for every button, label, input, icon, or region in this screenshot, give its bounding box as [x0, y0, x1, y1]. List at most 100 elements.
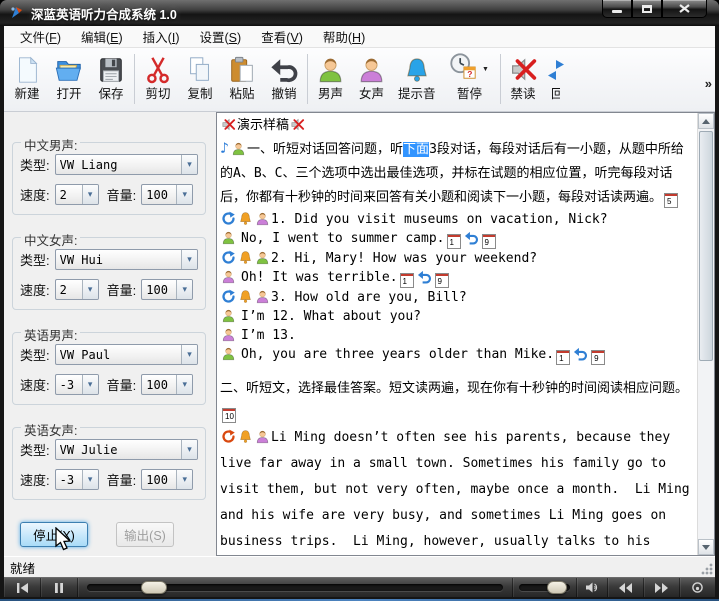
toolbar-male-voice[interactable]: 男声: [310, 52, 351, 103]
volume-groove[interactable]: [519, 584, 570, 591]
menu-view[interactable]: 查看(V): [251, 25, 313, 48]
combo-value: 100: [142, 378, 176, 392]
vertical-scrollbar[interactable]: [697, 113, 714, 555]
maximize-button[interactable]: [632, 0, 662, 18]
chevron-down-icon[interactable]: [176, 470, 192, 489]
toolbar-separator: [500, 54, 501, 104]
undo-arrow-icon: [269, 53, 299, 86]
male-voice-icon: [316, 53, 345, 86]
scroll-up-arrow-icon[interactable]: [698, 113, 714, 129]
chevron-down-icon[interactable]: [181, 345, 197, 364]
seek-groove[interactable]: [87, 584, 503, 591]
combo-value: -3: [56, 473, 82, 487]
chevron-down-icon[interactable]: [82, 185, 98, 204]
intro-text: 一、听短对话回答问题，听: [247, 142, 403, 157]
pause-seconds: 9: [592, 354, 604, 363]
toolbar-open[interactable]: 打开: [48, 52, 90, 103]
chevron-down-icon[interactable]: [176, 185, 192, 204]
speaker-icon: [586, 582, 599, 593]
toolbar-female-voice[interactable]: 女声: [351, 52, 392, 103]
replay-arrows-icon: [544, 53, 566, 86]
dialog-text: Oh, you are three years older than Mike.: [241, 347, 554, 362]
new-document-icon: [12, 53, 42, 86]
toolbar-paste[interactable]: 粘贴: [221, 52, 263, 103]
cn-male-volume-combo[interactable]: 100: [141, 184, 193, 205]
female-voice-icon: [255, 429, 270, 444]
toolbar-replay-clipped[interactable]: 回: [544, 52, 566, 103]
scrollbar-track[interactable]: [698, 129, 714, 539]
speaker-button[interactable]: [577, 578, 608, 597]
cn-female-speed-combo[interactable]: 2: [55, 279, 99, 300]
cn-male-speed-combo[interactable]: 2: [55, 184, 99, 205]
rewind-icon: [619, 583, 632, 593]
chevron-down-icon[interactable]: [181, 155, 197, 174]
en-male-type-combo[interactable]: VW Paul: [55, 344, 198, 365]
close-button[interactable]: [662, 0, 707, 18]
en-male-volume-combo[interactable]: 100: [141, 374, 193, 395]
chevron-down-icon[interactable]: [176, 280, 192, 299]
save-floppy-icon: [96, 53, 126, 86]
pause-button[interactable]: [41, 578, 78, 597]
seek-slider[interactable]: [78, 578, 513, 597]
speed-label: 速度:: [20, 375, 50, 394]
section1-intro: ♪一、听短对话回答问题，听下面3段对话，每段对话后有一小题，从题中所给的A、B、…: [220, 136, 695, 210]
en-male-speed-combo[interactable]: -3: [55, 374, 99, 395]
combo-value: VW Hui: [56, 253, 181, 267]
bell-icon: [238, 211, 253, 226]
pause-seconds: 10: [223, 412, 235, 421]
cn-male-type-combo[interactable]: VW Liang: [55, 154, 198, 175]
rewind-button[interactable]: [608, 578, 644, 597]
chevron-down-icon[interactable]: [82, 375, 98, 394]
en-female-speed-combo[interactable]: -3: [55, 469, 99, 490]
editor-text[interactable]: 演示样稿 ♪一、听短对话回答问题，听下面3段对话，每段对话后有一小题，从题中所给…: [217, 113, 697, 555]
chevron-down-icon[interactable]: [82, 470, 98, 489]
cn-female-volume-combo[interactable]: 100: [141, 279, 193, 300]
toolbar-overflow-chevron[interactable]: »: [705, 76, 712, 91]
pause-seconds: 9: [483, 238, 495, 247]
pause-marker: 10: [222, 408, 236, 423]
pause-marker: 9: [482, 234, 496, 249]
output-button[interactable]: 输出(S): [116, 522, 174, 547]
mute-speaker-icon: [290, 117, 305, 132]
chevron-down-icon[interactable]: [181, 440, 197, 459]
scrollbar-thumb[interactable]: [699, 131, 713, 361]
document-editor[interactable]: 演示样稿 ♪一、听短对话回答问题，听下面3段对话，每段对话后有一小题，从题中所给…: [216, 112, 715, 556]
toolbar-cut[interactable]: 剪切: [137, 52, 179, 103]
en-female-volume-combo[interactable]: 100: [141, 469, 193, 490]
type-label: 类型:: [20, 345, 50, 364]
cn-female-type-combo[interactable]: VW Hui: [55, 249, 198, 270]
chevron-down-icon[interactable]: [181, 250, 197, 269]
female-voice-icon: [221, 269, 236, 284]
chevron-down-icon[interactable]: [176, 375, 192, 394]
type-label: 类型:: [20, 250, 50, 269]
volume-thumb[interactable]: [547, 581, 567, 594]
scroll-down-arrow-icon[interactable]: [698, 539, 714, 555]
seek-thumb[interactable]: [141, 581, 167, 594]
menu-edit[interactable]: 编辑(E): [71, 25, 133, 48]
skip-start-button[interactable]: [4, 578, 41, 597]
toolbar-new[interactable]: 新建: [6, 52, 48, 103]
eject-button[interactable]: [680, 578, 715, 597]
open-folder-icon: [54, 53, 84, 86]
toolbar-pause[interactable]: ? 暂停: [442, 52, 498, 103]
menu-file[interactable]: 文件(F): [10, 25, 71, 48]
minimize-button[interactable]: [602, 0, 632, 18]
menu-insert[interactable]: 插入(I): [133, 25, 190, 48]
resize-grip[interactable]: [700, 562, 713, 575]
menu-settings[interactable]: 设置(S): [190, 25, 252, 48]
en-female-type-combo[interactable]: VW Julie: [55, 439, 198, 460]
fast-forward-button[interactable]: [644, 578, 680, 597]
toolbar-undo[interactable]: 撤销: [263, 52, 305, 103]
pause-dropdown-arrow[interactable]: [480, 55, 492, 85]
dialog-text: I’m 13.: [241, 328, 296, 343]
toolbar-no-read[interactable]: 禁读: [503, 52, 544, 103]
dialog-text: 1. Did you visit museums on vacation, Ni…: [271, 212, 608, 227]
mute-speaker-icon: [509, 53, 538, 86]
menu-help[interactable]: 帮助(H): [313, 25, 375, 48]
volume-slider[interactable]: [513, 578, 577, 597]
toolbar-alert-tone[interactable]: 提示音: [392, 52, 442, 103]
chevron-down-icon[interactable]: [82, 280, 98, 299]
combo-value: 100: [142, 188, 176, 202]
toolbar-copy[interactable]: 复制: [179, 52, 221, 103]
toolbar-save[interactable]: 保存: [90, 52, 132, 103]
